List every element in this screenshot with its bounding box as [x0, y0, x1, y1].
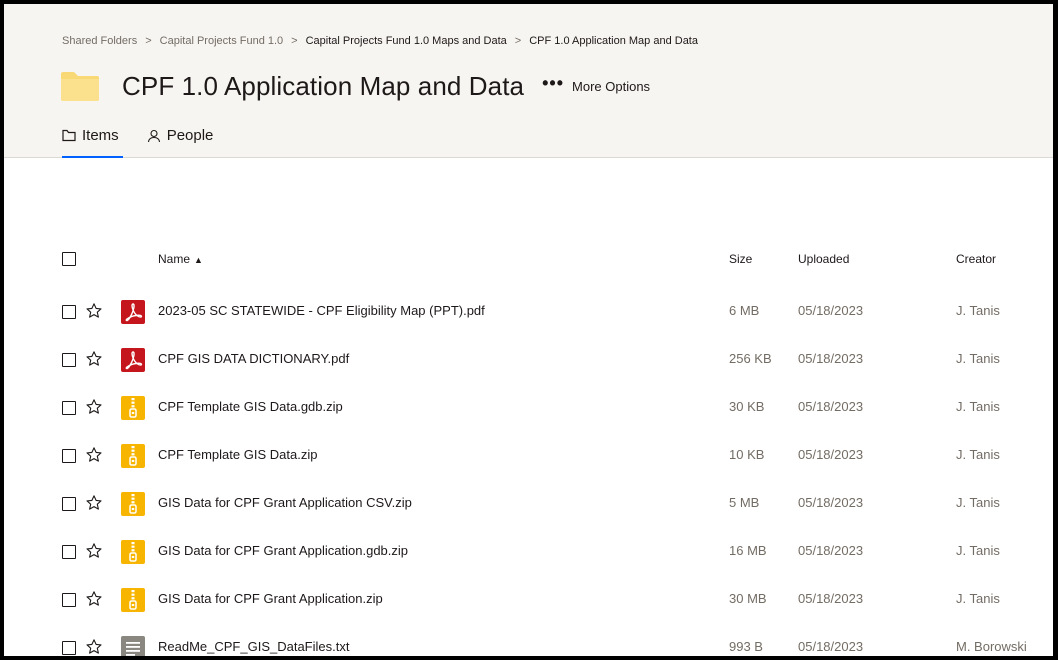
row-checkbox[interactable] [62, 353, 76, 367]
file-name-link[interactable]: ReadMe_CPF_GIS_DataFiles.txt [158, 639, 349, 654]
row-checkbox[interactable] [62, 497, 76, 511]
tabs: Items People [62, 127, 241, 158]
file-size: 16 MB [729, 543, 767, 558]
table-row[interactable]: ReadMe_CPF_GIS_DataFiles.txt 993 B 05/18/2… [4, 624, 1053, 656]
column-header-creator[interactable]: Creator [956, 252, 996, 266]
file-size: 10 KB [729, 447, 765, 462]
breadcrumb-current-folder: CPF 1.0 Application Map and Data [529, 35, 698, 47]
file-name-link[interactable]: CPF Template GIS Data.zip [158, 447, 317, 462]
breadcrumb: Shared Folders > Capital Projects Fund 1… [62, 35, 698, 47]
tab-items[interactable]: Items [62, 127, 123, 158]
file-creator: J. Tanis [956, 543, 1000, 558]
more-options-label: More Options [572, 78, 651, 94]
person-icon [147, 129, 160, 143]
file-uploaded-date: 05/18/2023 [798, 639, 864, 654]
row-checkbox[interactable] [62, 545, 76, 559]
breadcrumb-separator: > [291, 35, 298, 47]
file-size: 5 MB [729, 495, 760, 510]
file-name-link[interactable]: CPF GIS DATA DICTIONARY.pdf [158, 351, 349, 366]
sort-ascending-icon: ▲ [194, 255, 203, 265]
text-file-icon [121, 636, 145, 656]
folder-icon [61, 72, 99, 101]
file-name-link[interactable]: GIS Data for CPF Grant Application CSV.z… [158, 495, 412, 510]
file-uploaded-date: 05/18/2023 [798, 447, 864, 462]
folder-outline-icon [62, 129, 76, 142]
title-row: CPF 1.0 Application Map and Data ••• Mor… [60, 70, 650, 102]
file-creator: J. Tanis [956, 447, 1000, 462]
table-header: Name ▲ Size Uploaded Creator [4, 230, 1053, 288]
file-size: 993 B [729, 639, 763, 654]
breadcrumb-separator: > [145, 35, 152, 47]
zip-file-icon [121, 396, 145, 420]
file-creator: J. Tanis [956, 591, 1000, 606]
file-uploaded-date: 05/18/2023 [798, 303, 864, 318]
table-row[interactable]: CPF Template GIS Data.zip 10 KB 05/18/2023… [4, 432, 1053, 480]
star-icon[interactable] [85, 494, 103, 512]
file-name-link[interactable]: CPF Template GIS Data.gdb.zip [158, 399, 343, 414]
select-all-checkbox[interactable] [62, 252, 76, 266]
zip-file-icon [121, 444, 145, 468]
star-icon[interactable] [85, 638, 103, 656]
breadcrumb-shared-folders[interactable]: Shared Folders [62, 35, 137, 47]
file-creator: J. Tanis [956, 303, 1000, 318]
file-name-link[interactable]: GIS Data for CPF Grant Application.gdb.z… [158, 543, 408, 558]
table-row[interactable]: CPF Template GIS Data.gdb.zip 30 KB 05/18/… [4, 384, 1053, 432]
row-checkbox[interactable] [62, 593, 76, 607]
file-creator: J. Tanis [956, 399, 1000, 414]
column-header-uploaded[interactable]: Uploaded [798, 252, 849, 266]
pdf-file-icon [121, 300, 145, 324]
star-icon[interactable] [85, 302, 103, 320]
file-uploaded-date: 05/18/2023 [798, 543, 864, 558]
file-name-link[interactable]: GIS Data for CPF Grant Application.zip [158, 591, 383, 606]
file-size: 30 MB [729, 591, 767, 606]
browser-frame: Shared Folders > Capital Projects Fund 1… [0, 0, 1058, 660]
column-header-name[interactable]: Name ▲ [158, 252, 203, 266]
row-checkbox[interactable] [62, 305, 76, 319]
table-row[interactable]: CPF GIS DATA DICTIONARY.pdf 256 KB 05/18/2… [4, 336, 1053, 384]
tab-people-label: People [166, 127, 214, 144]
file-name-link[interactable]: 2023-05 SC STATEWIDE - CPF Eligibility M… [158, 303, 485, 318]
zip-file-icon [121, 588, 145, 612]
file-creator: M. Borowski [956, 639, 1027, 654]
table-row[interactable]: 2023-05 SC STATEWIDE - CPF Eligibility M… [4, 288, 1053, 336]
table-row[interactable]: GIS Data for CPF Grant Application.gdb.z… [4, 528, 1053, 576]
row-checkbox[interactable] [62, 401, 76, 415]
file-size: 6 MB [729, 303, 760, 318]
star-icon[interactable] [85, 590, 103, 608]
row-checkbox[interactable] [62, 449, 76, 463]
file-uploaded-date: 05/18/2023 [798, 591, 864, 606]
file-uploaded-date: 05/18/2023 [798, 351, 864, 366]
file-creator: J. Tanis [956, 495, 1000, 510]
column-header-size[interactable]: Size [729, 252, 752, 266]
pdf-file-icon [121, 348, 145, 372]
folder-header: Shared Folders > Capital Projects Fund 1… [4, 4, 1053, 158]
page-title: CPF 1.0 Application Map and Data [122, 70, 525, 101]
more-options-button[interactable]: ••• More Options [542, 73, 651, 95]
zip-file-icon [121, 492, 145, 516]
tab-people[interactable]: People [147, 127, 214, 158]
star-icon[interactable] [85, 446, 103, 464]
file-uploaded-date: 05/18/2023 [798, 399, 864, 414]
row-checkbox[interactable] [62, 641, 76, 655]
more-dots-icon: ••• [542, 73, 565, 93]
star-icon[interactable] [85, 542, 103, 560]
file-uploaded-date: 05/18/2023 [798, 495, 864, 510]
zip-file-icon [121, 540, 145, 564]
file-size: 30 KB [729, 399, 765, 414]
star-icon[interactable] [85, 350, 103, 368]
file-creator: J. Tanis [956, 351, 1000, 366]
breadcrumb-separator: > [514, 35, 522, 47]
table-row[interactable]: GIS Data for CPF Grant Application CSV.z… [4, 480, 1053, 528]
file-size: 256 KB [729, 351, 772, 366]
breadcrumb-capital-projects-fund[interactable]: Capital Projects Fund 1.0 [160, 35, 284, 47]
breadcrumb-maps-and-data[interactable]: Capital Projects Fund 1.0 Maps and Data [306, 35, 507, 47]
tab-items-label: Items [82, 127, 119, 144]
table-row[interactable]: GIS Data for CPF Grant Application.zip 30… [4, 576, 1053, 624]
star-icon[interactable] [85, 398, 103, 416]
